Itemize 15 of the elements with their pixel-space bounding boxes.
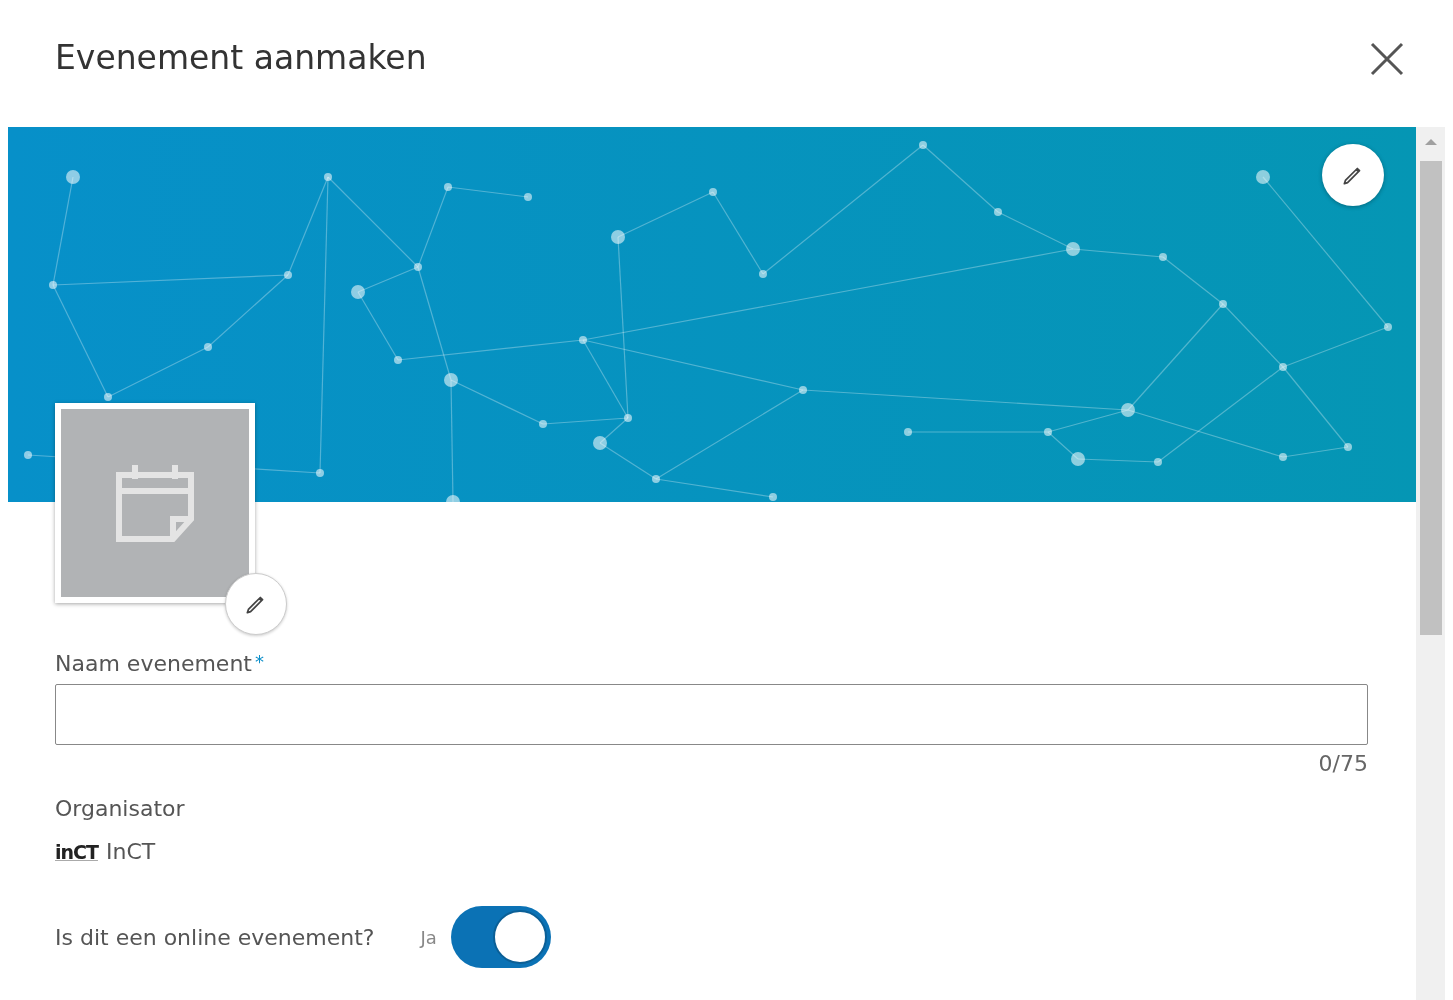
- organizer-name: InCT: [105, 839, 156, 864]
- toggle-state-label: Ja: [420, 926, 437, 948]
- organizer-logo: inCT: [55, 840, 98, 863]
- question-label: Is dit een online evenement?: [55, 924, 375, 950]
- event-name-input[interactable]: [55, 684, 1368, 745]
- field-label: Naam evenement: [55, 651, 252, 676]
- scrollbar-thumb[interactable]: [1420, 161, 1442, 635]
- field-label: Organisator: [55, 796, 185, 821]
- edit-image-button[interactable]: [225, 573, 287, 635]
- character-counter: 0/75: [1318, 751, 1368, 776]
- dialog-title: Evenement aanmaken: [55, 38, 427, 79]
- required-asterisk-icon: *: [254, 651, 264, 672]
- scroll-up-arrow-icon[interactable]: [1424, 137, 1437, 145]
- scrollbar[interactable]: [1416, 127, 1445, 1000]
- close-button[interactable]: [1369, 40, 1405, 77]
